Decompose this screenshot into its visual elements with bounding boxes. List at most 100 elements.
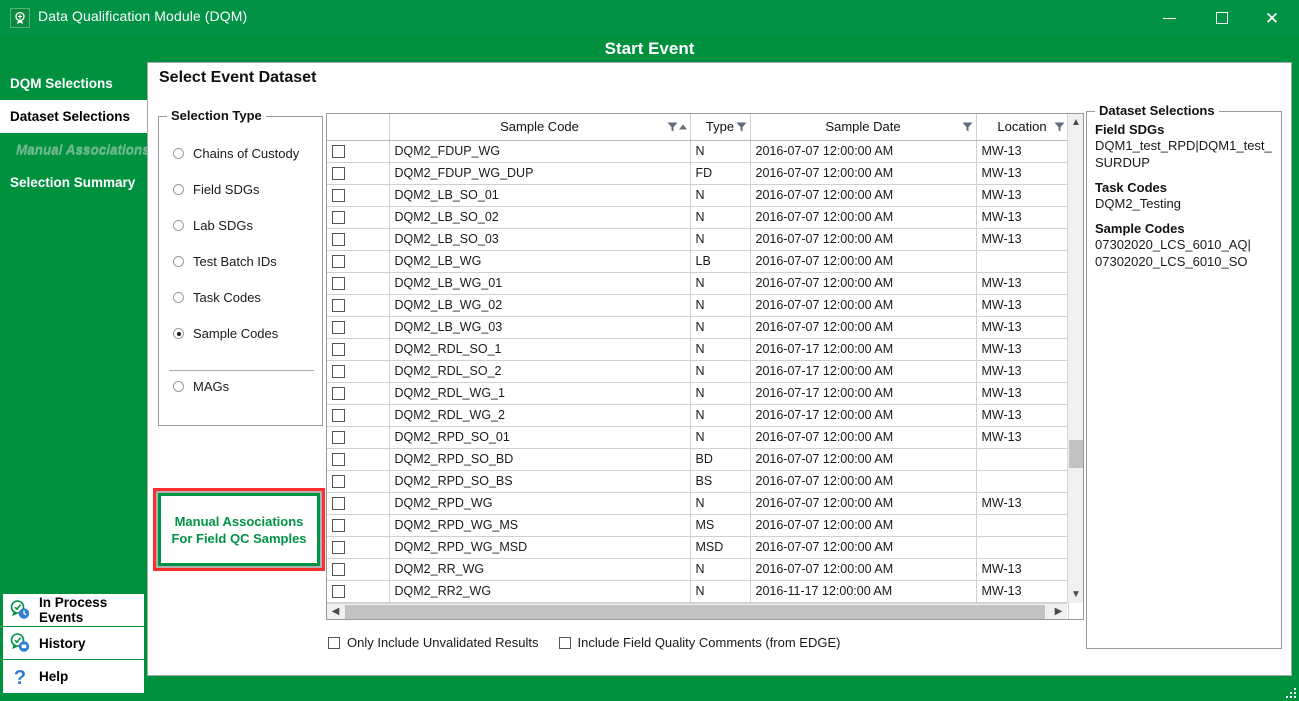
scroll-left-icon[interactable]: ◀ — [327, 604, 344, 620]
maximize-icon — [1216, 12, 1228, 24]
minimize-button[interactable] — [1146, 0, 1192, 36]
sidebar-item-dataset-selections[interactable]: Dataset Selections — [0, 100, 147, 133]
table-row[interactable]: DQM2_RPD_SO_01N2016-07-07 12:00:00 AMMW-… — [327, 426, 1068, 448]
cell-sample-code: DQM2_RR_WG — [389, 558, 690, 580]
header-label: Location — [997, 119, 1046, 134]
maximize-button[interactable] — [1199, 0, 1245, 36]
row-checkbox[interactable] — [327, 470, 389, 492]
table-row[interactable]: DQM2_LB_SO_02N2016-07-07 12:00:00 AMMW-1… — [327, 206, 1068, 228]
filter-icon[interactable] — [736, 121, 747, 132]
content-title: Select Event Dataset — [159, 69, 316, 87]
table-row[interactable]: DQM2_LB_WG_03N2016-07-07 12:00:00 AMMW-1… — [327, 316, 1068, 338]
row-checkbox[interactable] — [327, 228, 389, 250]
radio-task-codes[interactable]: Task Codes — [173, 290, 261, 305]
scroll-right-icon[interactable]: ▶ — [1050, 604, 1067, 620]
table-row[interactable]: DQM2_LB_SO_01N2016-07-07 12:00:00 AMMW-1… — [327, 184, 1068, 206]
row-checkbox[interactable] — [327, 580, 389, 602]
table-row[interactable]: DQM2_RDL_WG_2N2016-07-17 12:00:00 AMMW-1… — [327, 404, 1068, 426]
row-checkbox[interactable] — [327, 536, 389, 558]
row-checkbox[interactable] — [327, 382, 389, 404]
header-type[interactable]: Type — [690, 114, 750, 140]
row-checkbox[interactable] — [327, 492, 389, 514]
header-type-controls[interactable] — [736, 121, 747, 132]
table-row[interactable]: DQM2_RDL_SO_2N2016-07-17 12:00:00 AMMW-1… — [327, 360, 1068, 382]
header-sample-date[interactable]: Sample Date — [750, 114, 976, 140]
grid-horizontal-scrollbar[interactable]: ◀ ▶ — [327, 603, 1067, 619]
table-row[interactable]: DQM2_RPD_WGN2016-07-07 12:00:00 AMMW-13 — [327, 492, 1068, 514]
table-row[interactable]: DQM2_RPD_SO_BDBD2016-07-07 12:00:00 AM — [327, 448, 1068, 470]
header-select-all[interactable] — [327, 114, 389, 140]
cell-location: MW-13 — [976, 382, 1068, 404]
cell-sample-date: 2016-07-07 12:00:00 AM — [750, 536, 976, 558]
row-checkbox[interactable] — [327, 184, 389, 206]
table-row[interactable]: DQM2_RPD_WG_MSMS2016-07-07 12:00:00 AM — [327, 514, 1068, 536]
cell-location: MW-13 — [976, 426, 1068, 448]
sidebar-item-history[interactable]: History — [3, 627, 144, 660]
sidebar-item-in-process-events[interactable]: In Process Events — [3, 594, 144, 627]
checkbox-indicator — [328, 637, 340, 649]
scroll-down-icon[interactable]: ▼ — [1068, 586, 1084, 603]
row-checkbox[interactable] — [327, 404, 389, 426]
row-checkbox[interactable] — [327, 206, 389, 228]
row-checkbox[interactable] — [327, 294, 389, 316]
row-checkbox[interactable] — [327, 338, 389, 360]
table-row[interactable]: DQM2_RPD_SO_BSBS2016-07-07 12:00:00 AM — [327, 470, 1068, 492]
row-checkbox[interactable] — [327, 448, 389, 470]
radio-mags[interactable]: MAGs — [173, 379, 229, 394]
radio-test-batch-ids[interactable]: Test Batch IDs — [173, 254, 277, 269]
window-resize-grip[interactable] — [1282, 684, 1296, 698]
table-row[interactable]: DQM2_FDUP_WGN2016-07-07 12:00:00 AMMW-13 — [327, 140, 1068, 162]
row-checkbox[interactable] — [327, 272, 389, 294]
filter-icon[interactable] — [667, 121, 678, 132]
dataset-group-heading-field-sdgs: Field SDGs — [1095, 122, 1273, 137]
table-row[interactable]: DQM2_RR_WGN2016-07-07 12:00:00 AMMW-13 — [327, 558, 1068, 580]
table-row[interactable]: DQM2_FDUP_WG_DUPFD2016-07-07 12:00:00 AM… — [327, 162, 1068, 184]
row-checkbox[interactable] — [327, 360, 389, 382]
radio-chains-of-custody[interactable]: Chains of Custody — [173, 146, 299, 161]
scroll-up-icon[interactable]: ▲ — [1068, 114, 1084, 131]
radio-field-sdgs[interactable]: Field SDGs — [173, 182, 259, 197]
table-row[interactable]: DQM2_RR2_WGN2016-11-17 12:00:00 AMMW-13 — [327, 580, 1068, 602]
filter-icon[interactable] — [1054, 121, 1065, 132]
sort-ascending-icon[interactable] — [679, 124, 687, 129]
sidebar-item-help[interactable]: ? Help — [3, 660, 144, 693]
table-row[interactable]: DQM2_RPD_WG_MSDMSD2016-07-07 12:00:00 AM — [327, 536, 1068, 558]
header-sample-code[interactable]: Sample Code — [389, 114, 690, 140]
manual-associations-callout[interactable]: Manual Associations For Field QC Samples — [153, 488, 325, 571]
table-row[interactable]: DQM2_LB_SO_03N2016-07-07 12:00:00 AMMW-1… — [327, 228, 1068, 250]
header-location-controls[interactable] — [1054, 121, 1065, 132]
row-checkbox[interactable] — [327, 316, 389, 338]
header-sample-date-controls[interactable] — [962, 121, 973, 132]
table-row[interactable]: DQM2_RDL_WG_1N2016-07-17 12:00:00 AMMW-1… — [327, 382, 1068, 404]
sidebar-item-selection-summary[interactable]: Selection Summary — [0, 166, 147, 199]
close-button[interactable]: ✕ — [1249, 0, 1295, 36]
row-checkbox[interactable] — [327, 162, 389, 184]
row-checkbox[interactable] — [327, 514, 389, 536]
row-checkbox[interactable] — [327, 558, 389, 580]
checkbox-indicator — [332, 475, 345, 488]
filter-icon[interactable] — [962, 121, 973, 132]
radio-lab-sdgs[interactable]: Lab SDGs — [173, 218, 253, 233]
header-sample-code-controls[interactable] — [667, 121, 687, 132]
table-row[interactable]: DQM2_LB_WGLB2016-07-07 12:00:00 AM — [327, 250, 1068, 272]
cell-sample-date: 2016-07-07 12:00:00 AM — [750, 272, 976, 294]
cell-location: MW-13 — [976, 184, 1068, 206]
radio-sample-codes[interactable]: Sample Codes — [173, 326, 278, 341]
table-row[interactable]: DQM2_LB_WG_01N2016-07-07 12:00:00 AMMW-1… — [327, 272, 1068, 294]
cell-type: MSD — [690, 536, 750, 558]
header-location[interactable]: Location — [976, 114, 1068, 140]
minimize-icon — [1163, 18, 1176, 19]
page-title: Start Event — [0, 36, 1299, 62]
table-row[interactable]: DQM2_LB_WG_02N2016-07-07 12:00:00 AMMW-1… — [327, 294, 1068, 316]
checkbox-include-field-quality-comments[interactable]: Include Field Quality Comments (from EDG… — [559, 635, 841, 650]
checkbox-only-unvalidated-results[interactable]: Only Include Unvalidated Results — [328, 635, 539, 650]
table-row[interactable]: DQM2_RDL_SO_1N2016-07-17 12:00:00 AMMW-1… — [327, 338, 1068, 360]
cell-location — [976, 250, 1068, 272]
row-checkbox[interactable] — [327, 426, 389, 448]
horizontal-scroll-thumb[interactable] — [345, 605, 1045, 619]
sidebar-item-dqm-selections[interactable]: DQM Selections — [0, 67, 147, 100]
grid-vertical-scrollbar[interactable]: ▲ ▼ — [1067, 114, 1083, 603]
vertical-scroll-thumb[interactable] — [1069, 440, 1083, 468]
row-checkbox[interactable] — [327, 250, 389, 272]
row-checkbox[interactable] — [327, 140, 389, 162]
